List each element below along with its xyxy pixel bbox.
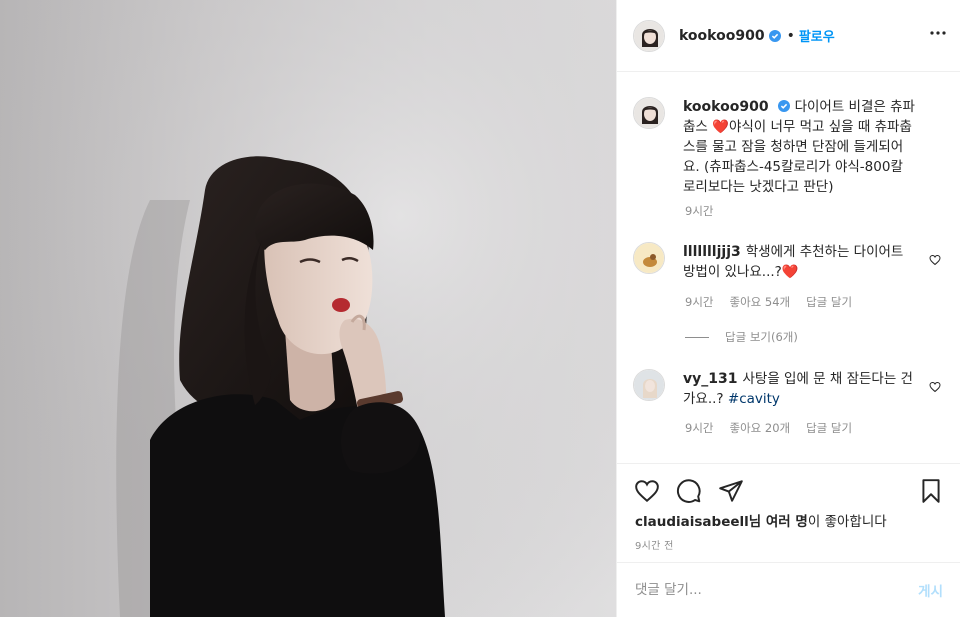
- verified-badge-icon: [777, 100, 790, 112]
- view-replies-label: 답글 보기(6개): [725, 330, 798, 344]
- author-avatar[interactable]: [633, 19, 665, 52]
- avatar-image: [634, 98, 664, 128]
- reply-button[interactable]: 답글 달기: [806, 420, 852, 436]
- avatar-image: [634, 243, 664, 273]
- post-sidebar: kookoo900 • 팔로우 kookoo900 다이어트 비결은 츄파춥스 …: [616, 0, 960, 617]
- caption: kookoo900 다이어트 비결은 츄파춥스 ❤️야식이 너무 먹고 싶을 때 …: [633, 97, 951, 197]
- commenter-username[interactable]: llllllljjj3: [683, 244, 741, 260]
- caption-username[interactable]: kookoo900: [683, 99, 769, 115]
- commenter-avatar[interactable]: [633, 242, 665, 274]
- comment-text: llllllljjj3 학생에게 추천하는 다이어트 방법이 있나요...?❤️: [683, 242, 915, 282]
- liked-by-suffix[interactable]: 님 여러 명: [749, 514, 808, 530]
- comments-list[interactable]: kookoo900 다이어트 비결은 츄파춥스 ❤️야식이 너무 먹고 싶을 때 …: [617, 72, 960, 464]
- view-replies-button[interactable]: 답글 보기(6개): [685, 329, 798, 345]
- commenter-username[interactable]: vy_131: [683, 371, 737, 387]
- post-photo[interactable]: [0, 0, 616, 617]
- portrait-illustration: [0, 0, 616, 617]
- comment-likes[interactable]: 좋아요 20개: [729, 420, 790, 436]
- more-options-icon[interactable]: [929, 24, 947, 42]
- comment-like-heart-icon[interactable]: [929, 254, 941, 266]
- caption-time[interactable]: 9시간: [685, 203, 713, 219]
- heart-icon[interactable]: [634, 478, 660, 504]
- comment-input[interactable]: [635, 582, 919, 598]
- comment-text: vy_131 사탕을 입에 문 채 잠든다는 건가요..? #cavity: [683, 369, 915, 409]
- hashtag-link[interactable]: #cavity: [728, 391, 780, 407]
- avatar-image: [634, 20, 664, 51]
- share-icon[interactable]: [718, 478, 744, 504]
- liked-by-user[interactable]: claudiaisabeell: [635, 514, 749, 530]
- comment-icon[interactable]: [676, 478, 702, 504]
- reply-button[interactable]: 답글 달기: [806, 294, 852, 310]
- comment-meta: 9시간 좋아요 54개 답글 달기: [685, 294, 852, 310]
- replies-divider: [685, 336, 709, 338]
- caption-meta: 9시간: [685, 203, 713, 219]
- comment-time[interactable]: 9시간: [685, 420, 713, 436]
- verified-badge-icon: [768, 29, 781, 42]
- avatar-image: [634, 370, 664, 400]
- comment-like-heart-icon[interactable]: [929, 381, 941, 393]
- caption-text: kookoo900 다이어트 비결은 츄파춥스 ❤️야식이 너무 먹고 싶을 때 …: [683, 97, 915, 197]
- add-comment-bar: 게시: [617, 562, 960, 617]
- author-username[interactable]: kookoo900: [679, 28, 765, 44]
- bookmark-icon[interactable]: [918, 478, 944, 504]
- commenter-avatar[interactable]: [633, 369, 665, 401]
- header-separator: •: [786, 27, 795, 44]
- liked-by-tail: 이 좋아합니다: [807, 514, 887, 530]
- post-comment-button[interactable]: 게시: [918, 580, 943, 600]
- heart-emoji: ❤️: [781, 264, 799, 280]
- post-header: kookoo900 • 팔로우: [617, 0, 960, 72]
- likes-summary: claudiaisabeell님 여러 명이 좋아합니다: [635, 510, 887, 530]
- comment-likes[interactable]: 좋아요 54개: [729, 294, 790, 310]
- comment-time[interactable]: 9시간: [685, 294, 713, 310]
- follow-button[interactable]: 팔로우: [799, 26, 835, 45]
- comment-item: llllllljjj3 학생에게 추천하는 다이어트 방법이 있나요...?❤️: [633, 242, 951, 282]
- caption-avatar[interactable]: [633, 97, 665, 129]
- instagram-post: kookoo900 • 팔로우 kookoo900 다이어트 비결은 츄파춥스 …: [0, 0, 960, 617]
- post-timestamp[interactable]: 9시간 전: [635, 537, 674, 552]
- comment-meta: 9시간 좋아요 20개 답글 달기: [685, 420, 852, 436]
- comment-item: vy_131 사탕을 입에 문 채 잠든다는 건가요..? #cavity: [633, 369, 951, 409]
- heart-emoji: ❤️: [712, 119, 729, 135]
